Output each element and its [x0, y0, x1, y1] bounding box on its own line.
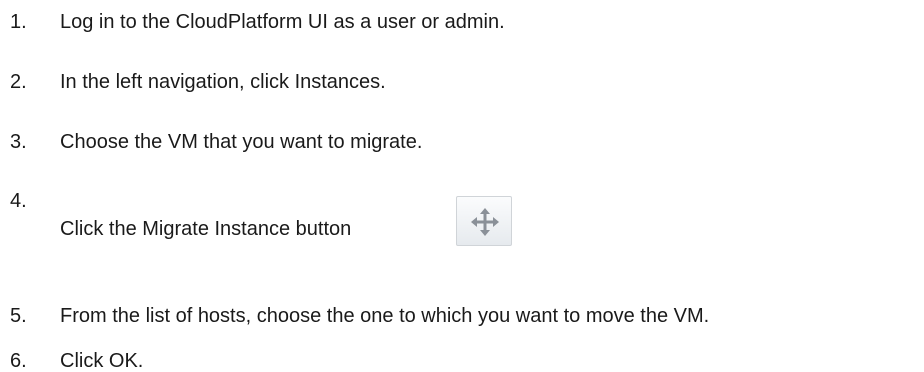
step-text: From the list of hosts, choose the one t…: [60, 305, 710, 327]
step-text: In the left navigation, click Instances.: [60, 71, 386, 93]
migrate-instance-button[interactable]: [456, 196, 512, 246]
step-text: Log in to the CloudPlatform UI as a user…: [60, 11, 505, 33]
step-number: 3.: [10, 131, 27, 153]
step-text: Click the Migrate Instance button: [60, 218, 352, 240]
step-number: 4.: [10, 190, 27, 212]
step-text: Choose the VM that you want to migrate.: [60, 131, 423, 153]
step-3: 3. Choose the VM that you want to migrate…: [10, 131, 422, 153]
step-number: 5.: [10, 305, 27, 327]
step-5: 5. From the list of hosts, choose the one…: [10, 305, 709, 327]
step-number: 1.: [10, 11, 27, 33]
move-arrows-icon: [471, 208, 499, 236]
step-number: 2.: [10, 71, 27, 93]
step-1: 1. Log in to the CloudPlatform UI as a us…: [10, 11, 505, 33]
step-2: 2. In the left navigation, click Instance…: [10, 71, 386, 93]
